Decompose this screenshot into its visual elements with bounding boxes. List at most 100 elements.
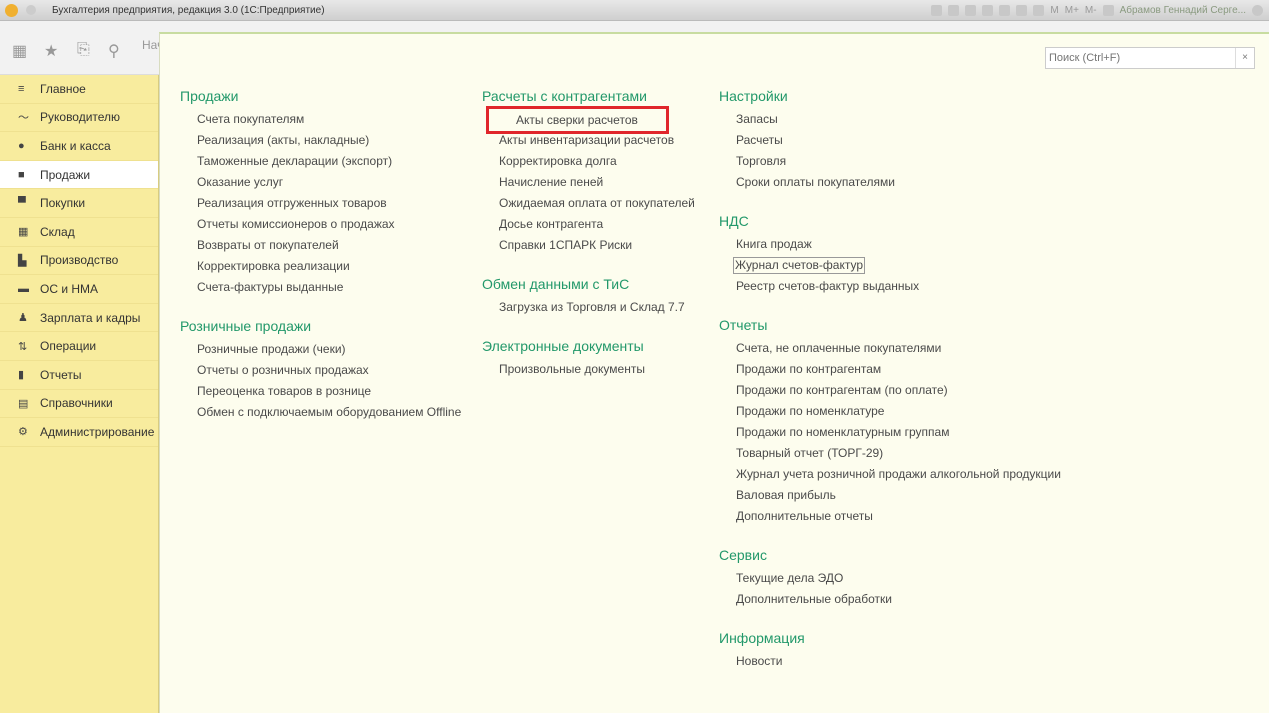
command-link[interactable]: Акты сверки расчетов xyxy=(482,106,695,134)
command-link[interactable]: Реализация отгруженных товаров xyxy=(180,193,461,214)
command-label: Счета покупателям xyxy=(197,112,305,126)
command-link[interactable]: Ожидаемая оплата от покупателей xyxy=(482,193,695,214)
sidebar-item[interactable]: 〜 Руководителю xyxy=(0,104,158,133)
command-label: Продажи по номенклатурным группам xyxy=(736,425,950,439)
command-link[interactable]: Продажи по номенклатуре xyxy=(719,401,1061,422)
sidebar-item[interactable]: ♟ Зарплата и кадры xyxy=(0,304,158,333)
command-link[interactable]: Справки 1СПАРК Риски xyxy=(482,235,695,256)
sidebar-item[interactable]: ▀ Покупки xyxy=(0,189,158,218)
command-label: Акты инвентаризации расчетов xyxy=(499,133,675,147)
command-label: Продажи по контрагентам (по оплате) xyxy=(736,383,948,397)
command-link[interactable]: Торговля xyxy=(719,151,1061,172)
search-icon[interactable]: ⚲ xyxy=(108,41,120,61)
command-link[interactable]: Счета покупателям xyxy=(180,109,461,130)
command-link[interactable]: Журнал счетов-фактур xyxy=(719,255,1061,276)
sidebar-item[interactable]: ⚙ Администрирование xyxy=(0,418,158,447)
command-link[interactable]: Счета-фактуры выданные xyxy=(180,277,461,298)
group-heading: Отчеты xyxy=(719,317,768,333)
command-label: Отчеты о розничных продажах xyxy=(197,363,369,377)
group-heading: Электронные документы xyxy=(482,338,644,354)
command-link[interactable]: Переоценка товаров в рознице xyxy=(180,381,461,402)
sidebar-item[interactable]: ● Банк и касса xyxy=(0,132,158,161)
command-link[interactable]: Продажи по контрагентам (по оплате) xyxy=(719,380,1061,401)
group-heading: Обмен данными с ТиС xyxy=(482,276,630,292)
sidebar-item[interactable]: ▮ Отчеты xyxy=(0,361,158,390)
command-label: Продажи по номенклатуре xyxy=(736,404,885,418)
sidebar-item[interactable]: ■ Продажи xyxy=(0,160,158,190)
sidebar-item[interactable]: ⇅ Операции xyxy=(0,332,158,361)
command-link[interactable]: Продажи по номенклатурным группам xyxy=(719,422,1061,443)
command-link[interactable]: Сроки оплаты покупателями xyxy=(719,172,1061,193)
command-label: Счета, не оплаченные покупателями xyxy=(736,341,942,355)
command-link[interactable]: Расчеты xyxy=(719,130,1061,151)
command-link[interactable]: Новости xyxy=(719,651,1061,672)
print-icon[interactable] xyxy=(948,5,960,16)
command-link[interactable]: Произвольные документы xyxy=(482,359,695,380)
command-link[interactable]: Дополнительные обработки xyxy=(719,589,1061,610)
command-label: Реестр счетов-фактур выданных xyxy=(736,279,920,293)
command-link[interactable]: Начисление пеней xyxy=(482,172,695,193)
save-icon[interactable] xyxy=(931,5,943,16)
window-layout-icon[interactable] xyxy=(1102,5,1114,16)
group-heading: Настройки xyxy=(719,88,788,104)
command-link[interactable]: Акты инвентаризации расчетов xyxy=(482,130,695,151)
memory-button[interactable]: M xyxy=(1050,5,1058,16)
command-link[interactable]: Загрузка из Торговля и Склад 7.7 xyxy=(482,297,695,318)
calendar-icon[interactable] xyxy=(1016,5,1028,16)
command-link[interactable]: Счета, не оплаченные покупателями xyxy=(719,338,1061,359)
section-icon: ▙ xyxy=(18,254,27,267)
command-label: Расчеты xyxy=(736,133,783,147)
group-heading: Информация xyxy=(719,630,805,646)
sidebar-item[interactable]: ≡ Главное xyxy=(0,75,158,104)
sidebar-item-label: Банк и касса xyxy=(40,138,111,153)
command-label: Дополнительные отчеты xyxy=(736,509,873,523)
calculator-icon[interactable] xyxy=(1033,5,1045,16)
group-heading: Розничные продажи xyxy=(180,318,312,334)
sidebar-item[interactable]: ▙ Производство xyxy=(0,247,158,276)
current-user[interactable]: Абрамов Геннадий Серге... xyxy=(1120,5,1246,16)
command-label: Переоценка товаров в рознице xyxy=(197,384,372,398)
command-link[interactable]: Таможенные декларации (экспорт) xyxy=(180,151,461,172)
command-link[interactable]: Оказание услуг xyxy=(180,172,461,193)
command-link[interactable]: Корректировка реализации xyxy=(180,256,461,277)
command-link[interactable]: Журнал учета розничной продажи алкогольн… xyxy=(719,464,1061,485)
command-label: Запасы xyxy=(736,112,778,126)
favorites-star-icon[interactable]: ★ xyxy=(44,41,58,61)
command-label: Досье контрагента xyxy=(499,217,604,231)
command-link[interactable]: Текущие дела ЭДО xyxy=(719,568,1061,589)
info-icon[interactable] xyxy=(1252,5,1263,16)
sidebar-item[interactable]: ▦ Склад xyxy=(0,218,158,247)
command-label: Произвольные документы xyxy=(499,362,645,376)
group-heading: НДС xyxy=(719,213,749,229)
link-icon[interactable] xyxy=(999,5,1011,16)
command-link[interactable]: Корректировка долга xyxy=(482,151,695,172)
sections-grid-icon[interactable]: ▦ xyxy=(12,41,27,61)
section-icon: ▀ xyxy=(18,197,26,210)
app-logo-icon[interactable] xyxy=(5,3,18,17)
command-link[interactable]: Книга продаж xyxy=(719,234,1061,255)
command-link[interactable]: Товарный отчет (ТОРГ-29) xyxy=(719,443,1061,464)
command-link[interactable]: Дополнительные отчеты xyxy=(719,506,1061,527)
command-link[interactable]: Продажи по контрагентам xyxy=(719,359,1061,380)
command-link[interactable]: Обмен с подключаемым оборудованием Offli… xyxy=(180,402,461,423)
history-icon[interactable]: ⎘ xyxy=(77,41,90,59)
favorite-icon[interactable] xyxy=(982,5,994,16)
command-link[interactable]: Розничные продажи (чеки) xyxy=(180,339,461,360)
memory-minus-button[interactable]: M- xyxy=(1085,5,1097,16)
window-menu-icon[interactable] xyxy=(26,5,36,15)
sidebar-item[interactable]: ▬ ОС и НМА xyxy=(0,275,158,304)
section-icon: ♟ xyxy=(18,312,28,325)
command-link[interactable]: Отчеты о розничных продажах xyxy=(180,360,461,381)
clear-search-button[interactable]: × xyxy=(1235,48,1254,68)
memory-plus-button[interactable]: M+ xyxy=(1065,5,1079,16)
command-link[interactable]: Валовая прибыль xyxy=(719,485,1061,506)
command-link[interactable]: Реестр счетов-фактур выданных xyxy=(719,276,1061,297)
command-link[interactable]: Реализация (акты, накладные) xyxy=(180,130,461,151)
command-link[interactable]: Запасы xyxy=(719,109,1061,130)
command-link[interactable]: Отчеты комиссионеров о продажах xyxy=(180,214,461,235)
command-link[interactable]: Возвраты от покупателей xyxy=(180,235,461,256)
preview-icon[interactable] xyxy=(965,5,977,16)
command-link[interactable]: Досье контрагента xyxy=(482,214,695,235)
sidebar-item[interactable]: ▤ Справочники xyxy=(0,390,158,419)
search-input[interactable] xyxy=(1046,48,1235,68)
